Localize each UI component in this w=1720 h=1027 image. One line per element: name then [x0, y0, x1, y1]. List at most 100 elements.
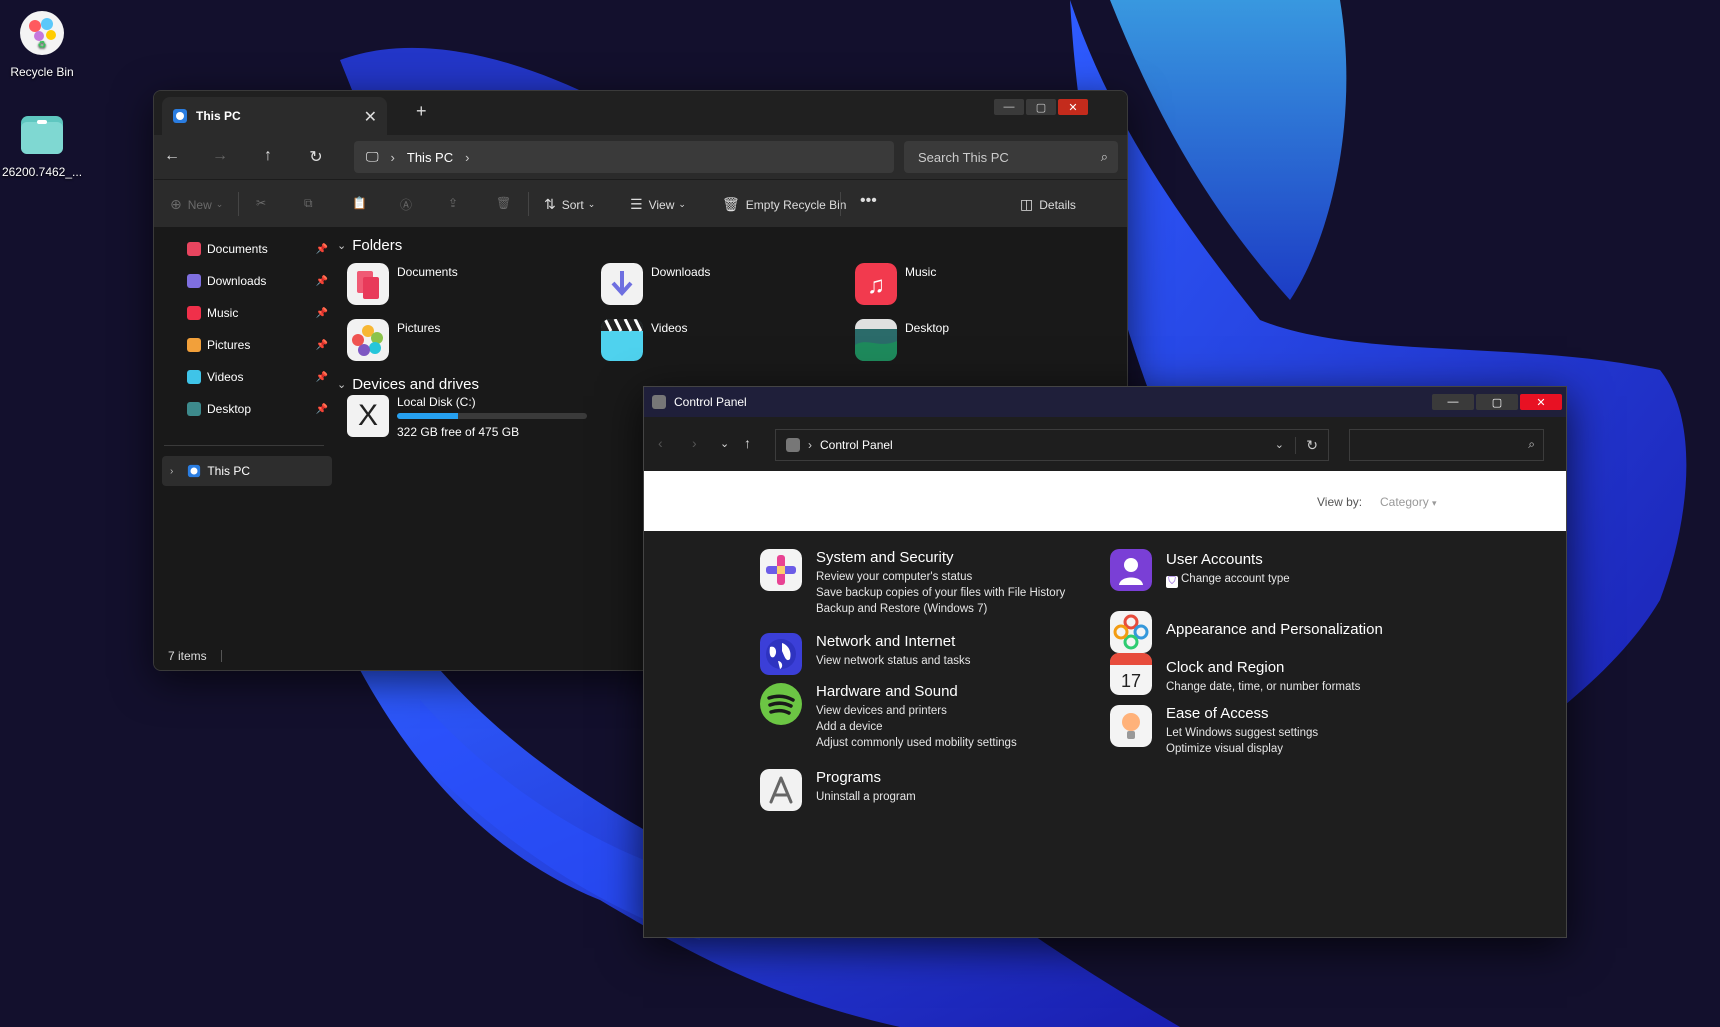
more-options-button[interactable]: •••: [860, 192, 877, 210]
new-tab-button[interactable]: +: [416, 101, 427, 122]
sidebar-item-label: Desktop: [207, 402, 252, 416]
up-arrow-icon[interactable]: ↑: [258, 147, 278, 165]
view-icon: ☰: [630, 196, 643, 212]
category-task-link[interactable]: Let Windows suggest settings: [1166, 725, 1318, 741]
appearance-icon: [1110, 611, 1152, 653]
sidebar-item-desktop[interactable]: Desktop 📌: [187, 397, 328, 421]
back-arrow-icon[interactable]: ←: [162, 147, 182, 165]
breadcrumb-control-panel[interactable]: Control Panel: [820, 438, 893, 452]
view-button[interactable]: ☰ View ⌄: [630, 196, 686, 213]
category-task-link[interactable]: Adjust commonly used mobility settings: [816, 735, 1017, 751]
delete-icon[interactable]: 🗑: [496, 196, 511, 210]
chevron-down-icon[interactable]: ⌄: [1275, 438, 1284, 451]
sidebar-item-pictures[interactable]: Pictures 📌: [187, 333, 328, 357]
this-pc-icon: [173, 109, 187, 123]
category-task-link[interactable]: Add a device: [816, 719, 1017, 735]
music-folder-icon: ♫: [855, 263, 897, 305]
details-pane-button[interactable]: ◫ Details: [1020, 196, 1076, 213]
sidebar-divider: [164, 445, 324, 446]
category-task-link[interactable]: Change date, time, or number formats: [1166, 679, 1360, 695]
up-arrow-icon[interactable]: ↑: [744, 435, 751, 451]
category-task-link[interactable]: Optimize visual display: [1166, 741, 1318, 757]
category-task-link[interactable]: Uninstall a program: [816, 789, 916, 805]
toolbar-divider: [238, 192, 239, 216]
maximize-button[interactable]: ▢: [1476, 394, 1518, 410]
svg-text:♫: ♫: [867, 272, 885, 299]
category-task-link[interactable]: View devices and printers: [816, 703, 1017, 719]
drive-local-disk-c[interactable]: X Local Disk (C:) 322 GB free of 475 GB: [347, 395, 587, 439]
system-security-icon: [760, 549, 802, 591]
chevron-right-icon[interactable]: ›: [465, 150, 469, 165]
folder-downloads[interactable]: Downloads: [601, 263, 710, 305]
folder-desktop[interactable]: Desktop: [855, 319, 949, 361]
sidebar-item-documents[interactable]: Documents 📌: [187, 237, 328, 261]
pictures-icon: [187, 338, 201, 352]
sidebar-item-downloads[interactable]: Downloads 📌: [187, 269, 328, 293]
category-title-link[interactable]: Clock and Region: [1166, 659, 1360, 676]
breadcrumb-this-pc[interactable]: This PC: [407, 150, 453, 165]
control-panel-address-bar[interactable]: › Control Panel ⌄ ↻: [775, 429, 1329, 461]
desktop-icon-folder[interactable]: 26200.7462_...: [0, 108, 87, 179]
category-title-link[interactable]: System and Security: [816, 549, 1065, 566]
chevron-right-icon[interactable]: ›: [170, 466, 173, 477]
tab-this-pc[interactable]: This PC ✕: [162, 97, 387, 135]
section-header-devices[interactable]: ⌄ Devices and drives: [337, 376, 479, 393]
category-title-link[interactable]: Programs: [816, 769, 916, 786]
copy-icon[interactable]: ⧉: [304, 196, 313, 211]
hardware-sound-icon: [760, 683, 802, 725]
paste-icon[interactable]: 📋: [352, 196, 367, 210]
minimize-button[interactable]: —: [1432, 394, 1474, 410]
refresh-icon[interactable]: ↻: [306, 147, 326, 167]
close-button[interactable]: ✕: [1058, 99, 1088, 115]
close-button[interactable]: ✕: [1520, 394, 1562, 410]
cut-icon[interactable]: ✂: [256, 196, 266, 210]
explorer-nav-bar: ← → ↑ ↻ 🖵 › This PC › Search This PC ⌕: [154, 135, 1127, 179]
sidebar-item-music[interactable]: Music 📌: [187, 301, 328, 325]
downloads-icon: [187, 274, 201, 288]
maximize-button[interactable]: ▢: [1026, 99, 1056, 115]
chevron-down-icon: ⌄: [337, 379, 347, 391]
minimize-button[interactable]: —: [994, 99, 1024, 115]
category-title-link[interactable]: Ease of Access: [1166, 705, 1318, 722]
category-title-link[interactable]: Hardware and Sound: [816, 683, 1017, 700]
drive-free-space: 322 GB free of 475 GB: [397, 425, 520, 439]
navigation-pane: Documents 📌 Downloads 📌 Music 📌 Pictures 📌 V…: [154, 227, 332, 642]
recent-locations-icon[interactable]: ⌄: [720, 437, 729, 450]
category-task-link[interactable]: Backup and Restore (Windows 7): [816, 601, 1065, 617]
folder-music[interactable]: ♫ Music: [855, 263, 936, 305]
folder-pictures[interactable]: Pictures: [347, 319, 440, 361]
folder-documents[interactable]: Documents: [347, 263, 458, 305]
desktop-icon-recycle-bin[interactable]: ♻ Recycle Bin: [0, 8, 87, 79]
sidebar-item-label: Pictures: [207, 338, 251, 352]
category-task-link[interactable]: ⛉ Change account type: [1166, 571, 1290, 588]
sidebar-item-videos[interactable]: Videos 📌: [187, 365, 328, 389]
sidebar-item-this-pc[interactable]: › This PC: [162, 456, 332, 486]
rename-icon[interactable]: Ⓐ: [400, 196, 412, 213]
category-appearance: Appearance and Personalization: [1110, 611, 1383, 653]
refresh-icon[interactable]: ↻: [1295, 437, 1318, 454]
share-icon[interactable]: ⇪: [448, 196, 458, 210]
address-bar[interactable]: 🖵 › This PC ›: [354, 141, 894, 173]
empty-recycle-bin-button[interactable]: 🗑 Empty Recycle Bin: [722, 196, 846, 213]
drive-usage-fill: [397, 413, 459, 419]
category-title-link[interactable]: User Accounts: [1166, 551, 1290, 568]
new-button[interactable]: ⊕ New ⌄: [170, 196, 223, 213]
forward-arrow-icon[interactable]: ›: [692, 435, 697, 451]
category-task-link[interactable]: Review your computer's status: [816, 569, 1065, 585]
section-header-folders[interactable]: ⌄ Folders: [337, 237, 402, 254]
this-pc-icon: [188, 464, 201, 478]
category-task-link[interactable]: View network status and tasks: [816, 653, 970, 669]
recycle-bin-icon: ♻: [20, 11, 64, 55]
control-panel-search-input[interactable]: ⌕: [1349, 429, 1544, 461]
sort-icon: ⇅: [544, 196, 556, 212]
category-title-link[interactable]: Appearance and Personalization: [1166, 621, 1383, 638]
forward-arrow-icon[interactable]: →: [210, 147, 230, 165]
view-by-dropdown[interactable]: Category ▾: [1380, 495, 1437, 509]
folder-videos[interactable]: Videos: [601, 319, 687, 361]
close-tab-icon[interactable]: ✕: [364, 107, 377, 127]
category-task-link[interactable]: Save backup copies of your files with Fi…: [816, 585, 1065, 601]
search-input[interactable]: Search This PC ⌕: [904, 141, 1118, 173]
category-title-link[interactable]: Network and Internet: [816, 633, 970, 650]
back-arrow-icon[interactable]: ‹: [658, 435, 663, 451]
sort-button[interactable]: ⇅ Sort ⌄: [544, 196, 595, 213]
